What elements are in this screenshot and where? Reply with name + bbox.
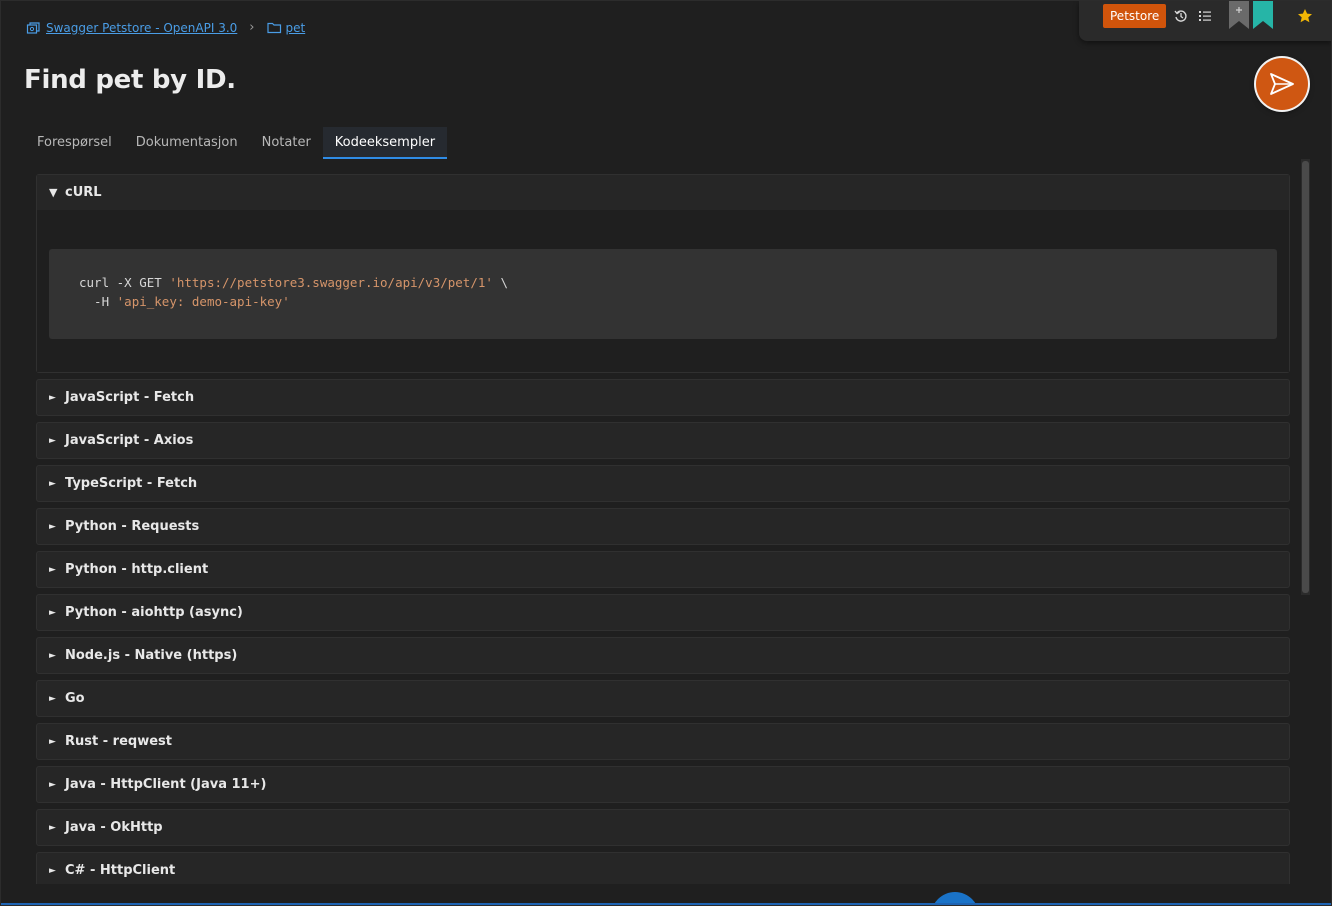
code-example-item: ► C# - HttpClient	[36, 852, 1290, 884]
collection-icon	[26, 21, 40, 34]
code-example-label: Node.js - Native (https)	[65, 648, 238, 663]
code-block[interactable]: curl -X GET 'https://petstore3.swagger.i…	[49, 249, 1277, 339]
code-example-item: ► Java - HttpClient (Java 11+)	[36, 766, 1290, 803]
code-example-curl: ▼ cURL curl -X GET 'https://petstore3.sw…	[36, 174, 1290, 373]
code-example-label: Go	[65, 691, 85, 706]
code-example-item: ► Rust - reqwest	[36, 723, 1290, 760]
code-string: 'https://petstore3.swagger.io/api/v3/pet…	[169, 275, 493, 290]
code-example-header[interactable]: ► JavaScript - Fetch	[37, 380, 1289, 415]
code-example-header[interactable]: ► Go	[37, 681, 1289, 716]
triangle-right-icon: ►	[49, 779, 56, 790]
triangle-right-icon: ►	[49, 865, 56, 876]
triangle-down-icon: ▼	[49, 186, 58, 199]
code-example-item: ► Go	[36, 680, 1290, 717]
triangle-right-icon: ►	[49, 650, 56, 661]
triangle-right-icon: ►	[49, 521, 56, 532]
code-example-label: Java - OkHttp	[65, 820, 163, 835]
scrollbar-thumb[interactable]	[1302, 161, 1309, 593]
code-example-header[interactable]: ▼ cURL	[37, 175, 1289, 210]
code-example-header[interactable]: ► Java - OkHttp	[37, 810, 1289, 845]
breadcrumb-collection-label[interactable]: Swagger Petstore - OpenAPI 3.0	[46, 21, 237, 35]
top-toolbar: Petstore	[1079, 1, 1331, 41]
chevron-right-icon: ›	[249, 20, 255, 35]
code-example-header[interactable]: ► Python - Requests	[37, 509, 1289, 544]
code-example-item: ► Python - Requests	[36, 508, 1290, 545]
page-title: Find pet by ID.	[24, 65, 236, 95]
send-button[interactable]	[1256, 58, 1308, 110]
code-example-header[interactable]: ► TypeScript - Fetch	[37, 466, 1289, 501]
tab-notes[interactable]: Notater	[250, 127, 323, 159]
code-example-item: ► TypeScript - Fetch	[36, 465, 1290, 502]
code-example-label: cURL	[65, 185, 102, 200]
environment-selector[interactable]: Petstore	[1103, 4, 1167, 28]
star-icon[interactable]	[1297, 8, 1313, 24]
breadcrumb-folder-label[interactable]: pet	[286, 21, 306, 35]
code-example-header[interactable]: ► JavaScript - Axios	[37, 423, 1289, 458]
code-example-item: ► Python - http.client	[36, 551, 1290, 588]
request-page: Swagger Petstore - OpenAPI 3.0 › pet Fin…	[0, 0, 1332, 906]
code-example-body: curl -X GET 'https://petstore3.swagger.i…	[37, 210, 1289, 372]
code-example-item: ► Python - aiohttp (async)	[36, 594, 1290, 631]
floating-action-button[interactable]	[931, 892, 979, 905]
code-string: 'api_key: demo-api-key'	[116, 294, 290, 309]
triangle-right-icon: ►	[49, 607, 56, 618]
code-example-item: ► JavaScript - Axios	[36, 422, 1290, 459]
history-icon[interactable]	[1174, 8, 1188, 24]
triangle-right-icon: ►	[49, 435, 56, 446]
code-example-header[interactable]: ► Python - aiohttp (async)	[37, 595, 1289, 630]
code-example-label: JavaScript - Axios	[65, 433, 194, 448]
code-example-label: Python - Requests	[65, 519, 200, 534]
code-token: -H	[79, 294, 117, 309]
tab-code-examples[interactable]: Kodeeksempler	[322, 127, 448, 159]
code-example-header[interactable]: ► Rust - reqwest	[37, 724, 1289, 759]
folder-icon	[266, 22, 281, 34]
code-example-item: ► JavaScript - Fetch	[36, 379, 1290, 416]
code-example-label: Java - HttpClient (Java 11+)	[65, 777, 267, 792]
triangle-right-icon: ►	[49, 564, 56, 575]
code-example-item: ► Java - OkHttp	[36, 809, 1290, 846]
triangle-right-icon: ►	[49, 693, 56, 704]
code-example-header[interactable]: ► C# - HttpClient	[37, 853, 1289, 884]
tab-documentation[interactable]: Dokumentasjon	[124, 127, 250, 159]
request-tabs: Forespørsel Dokumentasjon Notater Kodeek…	[25, 127, 448, 159]
triangle-right-icon: ►	[49, 822, 56, 833]
send-icon	[1270, 73, 1294, 95]
code-example-header[interactable]: ► Node.js - Native (https)	[37, 638, 1289, 673]
code-examples-list: ▼ cURL curl -X GET 'https://petstore3.sw…	[36, 174, 1290, 884]
code-example-label: TypeScript - Fetch	[65, 476, 198, 491]
code-token: \	[492, 275, 508, 290]
code-example-label: JavaScript - Fetch	[65, 390, 195, 405]
triangle-right-icon: ►	[49, 736, 56, 747]
breadcrumb-collection[interactable]: Swagger Petstore - OpenAPI 3.0	[26, 21, 237, 35]
code-line: -H 'api_key: demo-api-key'	[79, 292, 1247, 311]
code-example-label: C# - HttpClient	[65, 863, 176, 878]
code-example-header[interactable]: ► Python - http.client	[37, 552, 1289, 587]
code-line: curl -X GET 'https://petstore3.swagger.i…	[79, 273, 1247, 292]
code-example-item: ► Node.js - Native (https)	[36, 637, 1290, 674]
code-example-header[interactable]: ► Java - HttpClient (Java 11+)	[37, 767, 1289, 802]
code-example-label: Python - http.client	[65, 562, 209, 577]
code-example-label: Python - aiohttp (async)	[65, 605, 243, 620]
list-icon[interactable]	[1198, 8, 1212, 24]
bookmark-add-icon[interactable]	[1229, 1, 1249, 29]
breadcrumb-folder[interactable]: pet	[266, 21, 306, 35]
triangle-right-icon: ►	[49, 392, 56, 403]
triangle-right-icon: ►	[49, 478, 56, 489]
bookmark-icon[interactable]	[1253, 1, 1273, 29]
breadcrumb: Swagger Petstore - OpenAPI 3.0 › pet	[26, 20, 305, 35]
tab-request[interactable]: Forespørsel	[25, 127, 124, 159]
code-example-label: Rust - reqwest	[65, 734, 172, 749]
code-token: curl -X GET	[79, 275, 170, 290]
